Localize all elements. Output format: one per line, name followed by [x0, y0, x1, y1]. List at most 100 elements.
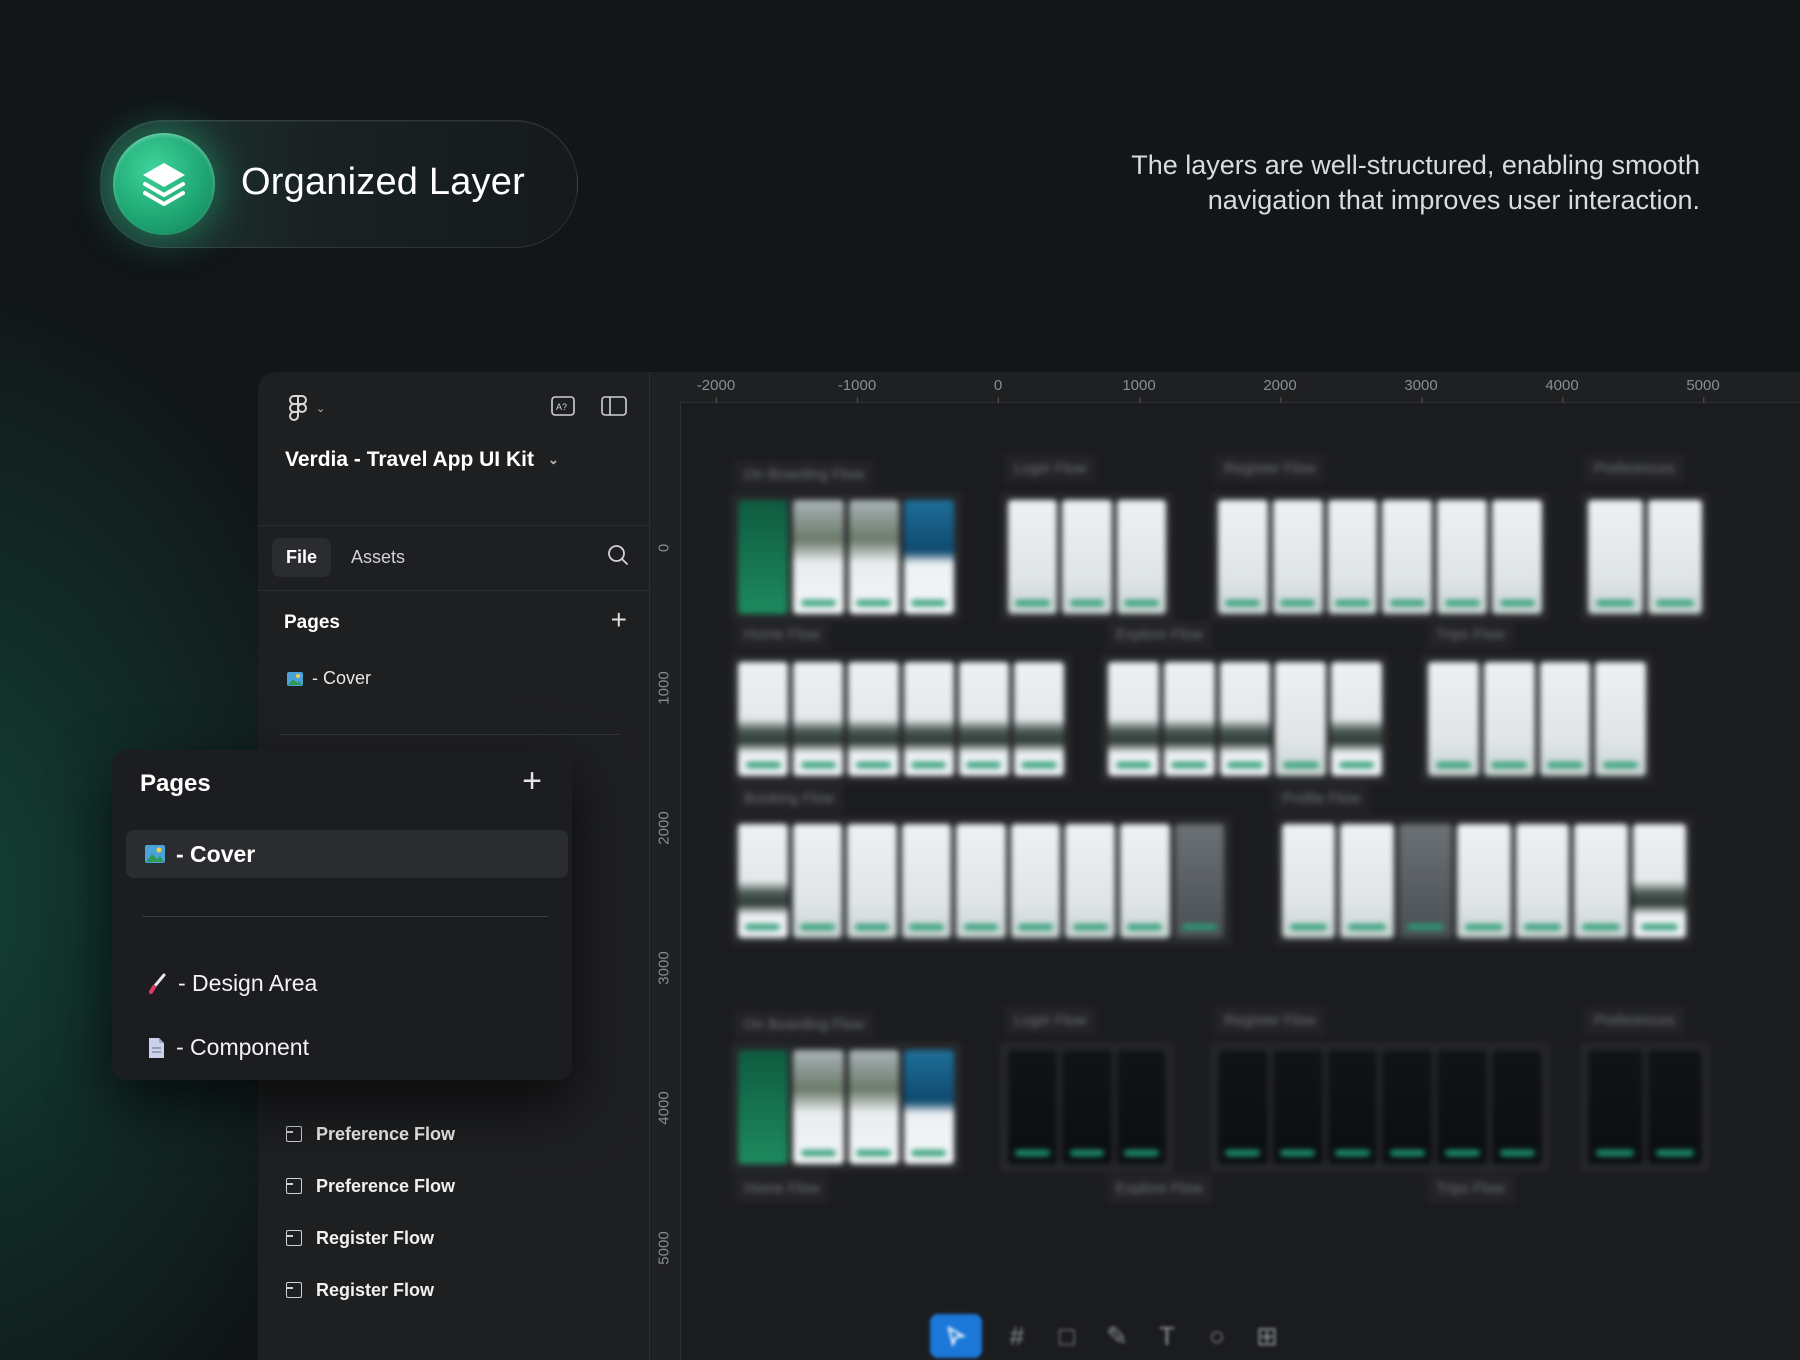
- move-tool-button[interactable]: [930, 1314, 982, 1358]
- pages-heading: Pages: [284, 612, 340, 633]
- layer-item-label: Preference Flow: [316, 1123, 456, 1144]
- frame-icon: [286, 1282, 302, 1298]
- chevron-down-icon: ⌄: [316, 402, 326, 415]
- flow-label: Register Flow: [1214, 1006, 1326, 1035]
- layer-item[interactable]: Preference Flow: [286, 1160, 455, 1212]
- flow-label: Home Flow: [734, 620, 830, 649]
- feature-tagline: The layers are well-structured, enabling…: [1131, 150, 1700, 215]
- page-item-label: - Cover: [312, 668, 372, 688]
- page-item-label: - Design Area: [178, 970, 318, 996]
- flow-label: Explore Flow: [1106, 1174, 1213, 1203]
- tab-file[interactable]: File: [272, 538, 332, 577]
- main-menu[interactable]: ⌄: [288, 394, 325, 422]
- frame-group: [1580, 492, 1710, 622]
- image-icon: [287, 671, 303, 686]
- flow-label: Home Flow: [734, 1174, 830, 1203]
- ruler-tick: 5000: [1686, 377, 1720, 403]
- pen-tool-icon[interactable]: ✎: [1102, 1321, 1132, 1351]
- ruler-tick: 2000: [1263, 377, 1297, 403]
- canvas-frames: On Boarding Flow Login Flow Register Flo…: [680, 402, 1800, 1360]
- frame-group: [730, 816, 1232, 946]
- frame-tool-icon[interactable]: #: [1002, 1321, 1032, 1351]
- flow-label: On Boarding Flow: [734, 460, 875, 489]
- sidebar-tabs: File Assets: [272, 538, 419, 577]
- ruler-tick: 5000: [655, 1231, 673, 1265]
- horizontal-ruler: -2000 -1000 0 1000 2000 3000 4000 5000: [650, 372, 1800, 403]
- layers-icon: [113, 133, 215, 235]
- flow-label: Login Flow: [1004, 1006, 1097, 1035]
- flow-label: On Boarding Flow: [734, 1010, 875, 1039]
- pages-panel-title: Pages: [140, 770, 211, 797]
- ruler-tick: 1000: [1122, 377, 1156, 403]
- divider: [258, 525, 649, 526]
- layer-item[interactable]: Register Flow: [286, 1264, 455, 1316]
- shape-tool-icon[interactable]: □: [1052, 1321, 1082, 1351]
- flow-label: Preferences: [1584, 1006, 1685, 1035]
- flow-label: Trips Flow: [1426, 620, 1515, 649]
- ruler-tick: 0: [655, 543, 673, 553]
- layer-item[interactable]: Preference Flow: [286, 1108, 455, 1160]
- flow-label: Profile Flow: [1272, 784, 1371, 813]
- frame-icon: [286, 1230, 302, 1246]
- feature-badge: Organized Layer: [100, 120, 578, 248]
- ruler-tick: 3000: [655, 951, 673, 985]
- ruler-tick: 2000: [655, 811, 673, 845]
- frame-group: [1420, 654, 1654, 784]
- image-icon: [145, 845, 165, 863]
- sidebar-toggle-icon[interactable]: [601, 396, 627, 416]
- page-item-label: - Component: [176, 1034, 309, 1060]
- canvas-toolbar: # □ ✎ T ○ ⊞: [930, 1314, 1282, 1358]
- feature-title: Organized Layer: [241, 161, 525, 203]
- search-icon[interactable]: [607, 544, 629, 566]
- frame-icon: [286, 1126, 302, 1142]
- frame-group: [1210, 492, 1550, 622]
- page-item-cover[interactable]: - Cover: [126, 830, 568, 878]
- frame-group: [1000, 492, 1174, 622]
- frame-icon: [286, 1178, 302, 1194]
- project-title-text: Verdia - Travel App UI Kit: [285, 448, 534, 471]
- frame-group: [730, 654, 1072, 784]
- ai-icon[interactable]: A?: [551, 396, 575, 416]
- layer-item[interactable]: Register Flow: [286, 1212, 455, 1264]
- frame-group: [1580, 1042, 1710, 1172]
- tab-assets[interactable]: Assets: [337, 538, 419, 577]
- comment-tool-icon[interactable]: ○: [1202, 1321, 1232, 1351]
- page-item-cover[interactable]: - Cover: [286, 668, 371, 689]
- project-title[interactable]: Verdia - Travel App UI Kit ⌄: [285, 448, 559, 472]
- page-item-design-area[interactable]: - Design Area: [146, 970, 317, 997]
- ruler-tick: 1000: [655, 671, 673, 705]
- pages-panel-zoomed: Pages + - Cover - Design Area - Componen…: [112, 750, 572, 1080]
- components-tool-icon[interactable]: ⊞: [1252, 1321, 1282, 1351]
- flow-label: Explore Flow: [1106, 620, 1213, 649]
- divider: [258, 590, 649, 591]
- flow-label: Booking Flow: [734, 784, 845, 813]
- chevron-down-icon: ⌄: [547, 452, 559, 468]
- text-tool-icon[interactable]: T: [1152, 1321, 1182, 1351]
- add-page-button[interactable]: +: [611, 604, 627, 636]
- document-icon: [149, 1037, 164, 1058]
- frame-group: [1274, 816, 1694, 946]
- flow-label: Preferences: [1584, 454, 1685, 483]
- design-canvas[interactable]: -2000 -1000 0 1000 2000 3000 4000 5000 0…: [650, 372, 1800, 1360]
- frame-group: [1210, 1042, 1550, 1172]
- layer-item-label: Register Flow: [316, 1227, 435, 1248]
- ruler-tick: 3000: [1404, 377, 1438, 403]
- divider: [280, 734, 620, 735]
- figma-logo-icon: [289, 395, 307, 421]
- frame-group: [730, 1042, 962, 1172]
- flow-label: Login Flow: [1004, 454, 1097, 483]
- ruler-tick: 4000: [1545, 377, 1579, 403]
- svg-text:A?: A?: [556, 402, 567, 412]
- ruler-tick: 0: [993, 377, 1003, 403]
- flow-label: Register Flow: [1214, 454, 1326, 483]
- add-page-button[interactable]: +: [522, 762, 542, 801]
- page-item-label: - Cover: [176, 840, 256, 867]
- layer-item-label: Preference Flow: [316, 1175, 456, 1196]
- frame-group: [1100, 654, 1390, 784]
- vertical-ruler: 0 1000 2000 3000 4000 5000 00: [650, 402, 681, 1360]
- paintbrush-icon: [149, 973, 166, 994]
- frame-group: [1000, 1042, 1174, 1172]
- page-item-component[interactable]: - Component: [146, 1034, 309, 1061]
- ruler-tick: -2000: [696, 377, 736, 403]
- ruler-tick: -1000: [837, 377, 877, 403]
